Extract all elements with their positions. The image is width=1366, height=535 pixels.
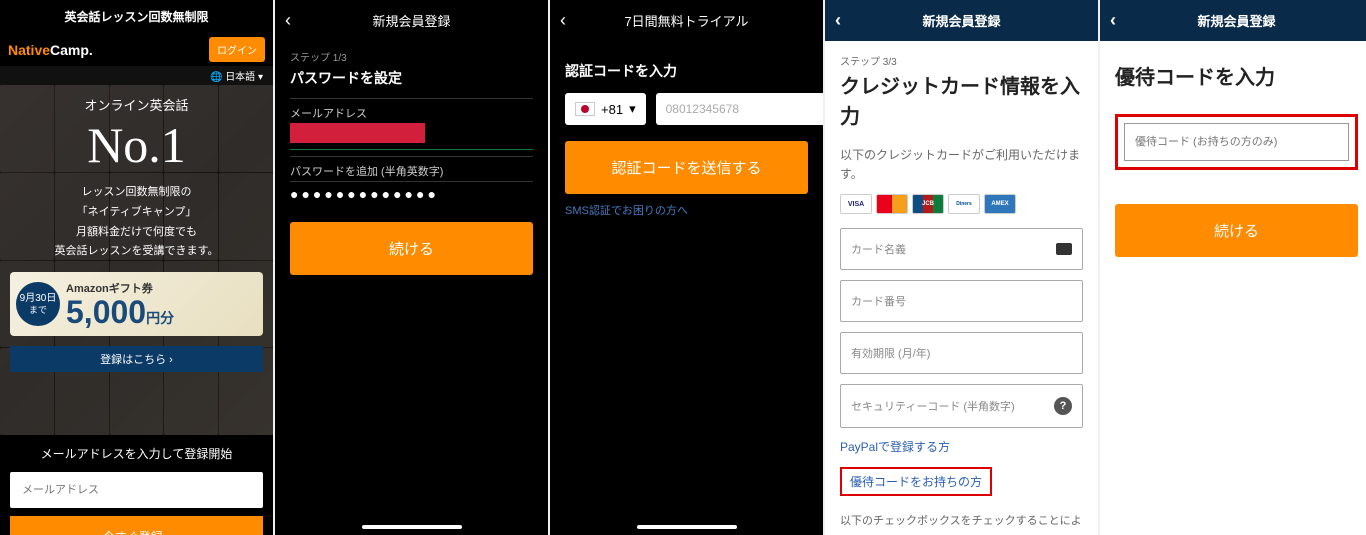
promo-cta[interactable]: 登録はこちら › [10, 346, 263, 372]
diners-icon: Diners [948, 194, 980, 214]
card-cvv-placeholder: セキュリティーコード (半角数字) [851, 398, 1015, 414]
promo-unit: 円分 [146, 310, 174, 326]
promo-date-bottom: まで [29, 305, 47, 316]
hero-description: レッスン回数無制限の 「ネイティブキャンプ」 月額料金だけで何度でも 英会話レッ… [10, 183, 263, 262]
back-arrow-icon[interactable]: ‹ [560, 10, 580, 31]
jcb-icon: JCB [912, 194, 944, 214]
continue-button[interactable]: 続ける [1115, 204, 1358, 257]
form-title: 認証コードを入力 [550, 41, 823, 93]
header-title: 7日間無料トライアル [580, 11, 793, 30]
verification-screen: ‹ 7日間無料トライアル 認証コードを入力 +81 ▾ 認証コードを送信する S… [550, 0, 823, 535]
camera-icon[interactable] [1056, 243, 1072, 255]
language-label: 日本語 [225, 72, 255, 83]
hero-desc-3: 月額料金だけで何度でも [10, 223, 263, 243]
amex-icon: AMEX [984, 194, 1016, 214]
header: NativeCamp. ログイン [0, 33, 273, 66]
password-field-label: パスワードを追加 (半角英数字) [290, 156, 533, 181]
header: ‹ 7日間無料トライアル [550, 0, 823, 41]
register-button[interactable]: 今すぐ登録 › [10, 516, 263, 535]
logo-native: Native [8, 42, 50, 58]
card-number-input[interactable]: カード番号 [840, 280, 1083, 322]
card-number-placeholder: カード番号 [851, 293, 906, 309]
card-name-placeholder: カード名義 [851, 241, 906, 257]
credit-card-screen: ‹ 新規会員登録 ステップ 3/3 クレジットカード情報を入力 以下のクレジット… [825, 0, 1098, 535]
form-title: パスワードを設定 [290, 68, 533, 88]
email-section-label: メールアドレスを入力して登録開始 [10, 445, 263, 462]
visa-icon: VISA [840, 194, 872, 214]
mastercard-icon [876, 194, 908, 214]
top-banner: 英会話レッスン回数無制限 [0, 0, 273, 33]
login-button[interactable]: ログイン [209, 37, 265, 62]
header: ‹ 新規会員登録 [275, 0, 548, 41]
header: ‹ 新規会員登録 [1100, 0, 1366, 41]
card-name-input[interactable]: カード名義 [840, 228, 1083, 270]
logo-camp: Camp. [50, 42, 93, 58]
landing-screen: 英会話レッスン回数無制限 NativeCamp. ログイン 🌐 日本語 ▾ オン… [0, 0, 273, 535]
home-indicator[interactable] [637, 525, 737, 529]
promo-date-top: 9月30日 [20, 293, 57, 305]
country-code: +81 [601, 102, 623, 117]
step-label: ステップ 1/3 [290, 49, 533, 64]
password-screen: ‹ 新規会員登録 ステップ 1/3 パスワードを設定 メールアドレス パスワード… [275, 0, 548, 535]
logo[interactable]: NativeCamp. [8, 42, 93, 58]
header-title: 新規会員登録 [305, 11, 518, 30]
coupon-input[interactable] [1124, 123, 1349, 161]
hero: オンライン英会話 No.1 レッスン回数無制限の 「ネイティブキャンプ」 月額料… [0, 85, 273, 435]
back-arrow-icon[interactable]: ‹ [1110, 10, 1130, 31]
email-field-label: メールアドレス [290, 98, 533, 123]
hero-desc-4: 英会話レッスンを受講できます。 [10, 242, 263, 262]
coupon-screen: ‹ 新規会員登録 優待コードを入力 続ける [1100, 0, 1366, 535]
hero-no1: No.1 [10, 118, 263, 173]
coupon-link[interactable]: 優待コードをお持ちの方 [840, 467, 992, 496]
card-cvv-input[interactable]: セキュリティーコード (半角数字) ? [840, 384, 1083, 428]
card-expiry-placeholder: 有効期限 (月/年) [851, 345, 930, 361]
chevron-down-icon: ▾ [255, 72, 263, 83]
form-title: 優待コードを入力 [1115, 61, 1358, 90]
password-input[interactable]: ●●●●●●●●●●●●● [290, 181, 533, 206]
coupon-input-highlight [1115, 114, 1358, 170]
checkbox-intro-text: 以下のチェックボックスをチェックすることによ [840, 512, 1083, 528]
language-selector[interactable]: 🌐 日本語 ▾ [0, 66, 273, 85]
form-subtitle: 以下のクレジットカードがご利用いただけます。 [840, 146, 1083, 184]
hero-tagline: オンライン英会話 [10, 95, 263, 114]
globe-icon: 🌐 [210, 72, 225, 83]
step-label: ステップ 3/3 [840, 53, 1083, 68]
continue-button[interactable]: 続ける [290, 222, 533, 275]
home-indicator[interactable] [362, 525, 462, 529]
send-code-button[interactable]: 認証コードを送信する [565, 141, 808, 194]
back-arrow-icon[interactable]: ‹ [285, 10, 305, 31]
country-code-selector[interactable]: +81 ▾ [565, 93, 646, 125]
promo-amount: 5,000 [66, 296, 146, 328]
accepted-cards: VISA JCB Diners AMEX [840, 194, 1083, 214]
card-expiry-input[interactable]: 有効期限 (月/年) [840, 332, 1083, 374]
header: ‹ 新規会員登録 [825, 0, 1098, 41]
sms-help-link[interactable]: SMS認証でお困りの方へ [550, 194, 823, 226]
help-icon[interactable]: ? [1054, 397, 1072, 415]
chevron-down-icon: ▾ [629, 101, 636, 117]
email-section: メールアドレスを入力して登録開始 今すぐ登録 › その他の方法で登録 [0, 435, 273, 535]
hero-desc-2: 「ネイティブキャンプ」 [10, 203, 263, 223]
flag-jp-icon [575, 102, 595, 116]
hero-desc-1: レッスン回数無制限の [10, 183, 263, 203]
paypal-link[interactable]: PayPalで登録する方 [840, 438, 1083, 455]
header-title: 新規会員登録 [1130, 11, 1343, 30]
promo-date-badge: 9月30日 まで [16, 282, 60, 326]
promo-card[interactable]: 9月30日 まで Amazonギフト券 5,000円分 登録はこちら › [10, 272, 263, 372]
email-value-redacted [290, 123, 425, 143]
email-input[interactable] [10, 472, 263, 508]
back-arrow-icon[interactable]: ‹ [835, 10, 855, 31]
phone-input[interactable] [656, 93, 823, 125]
form-title: クレジットカード情報を入力 [840, 72, 1083, 132]
header-title: 新規会員登録 [855, 11, 1068, 30]
